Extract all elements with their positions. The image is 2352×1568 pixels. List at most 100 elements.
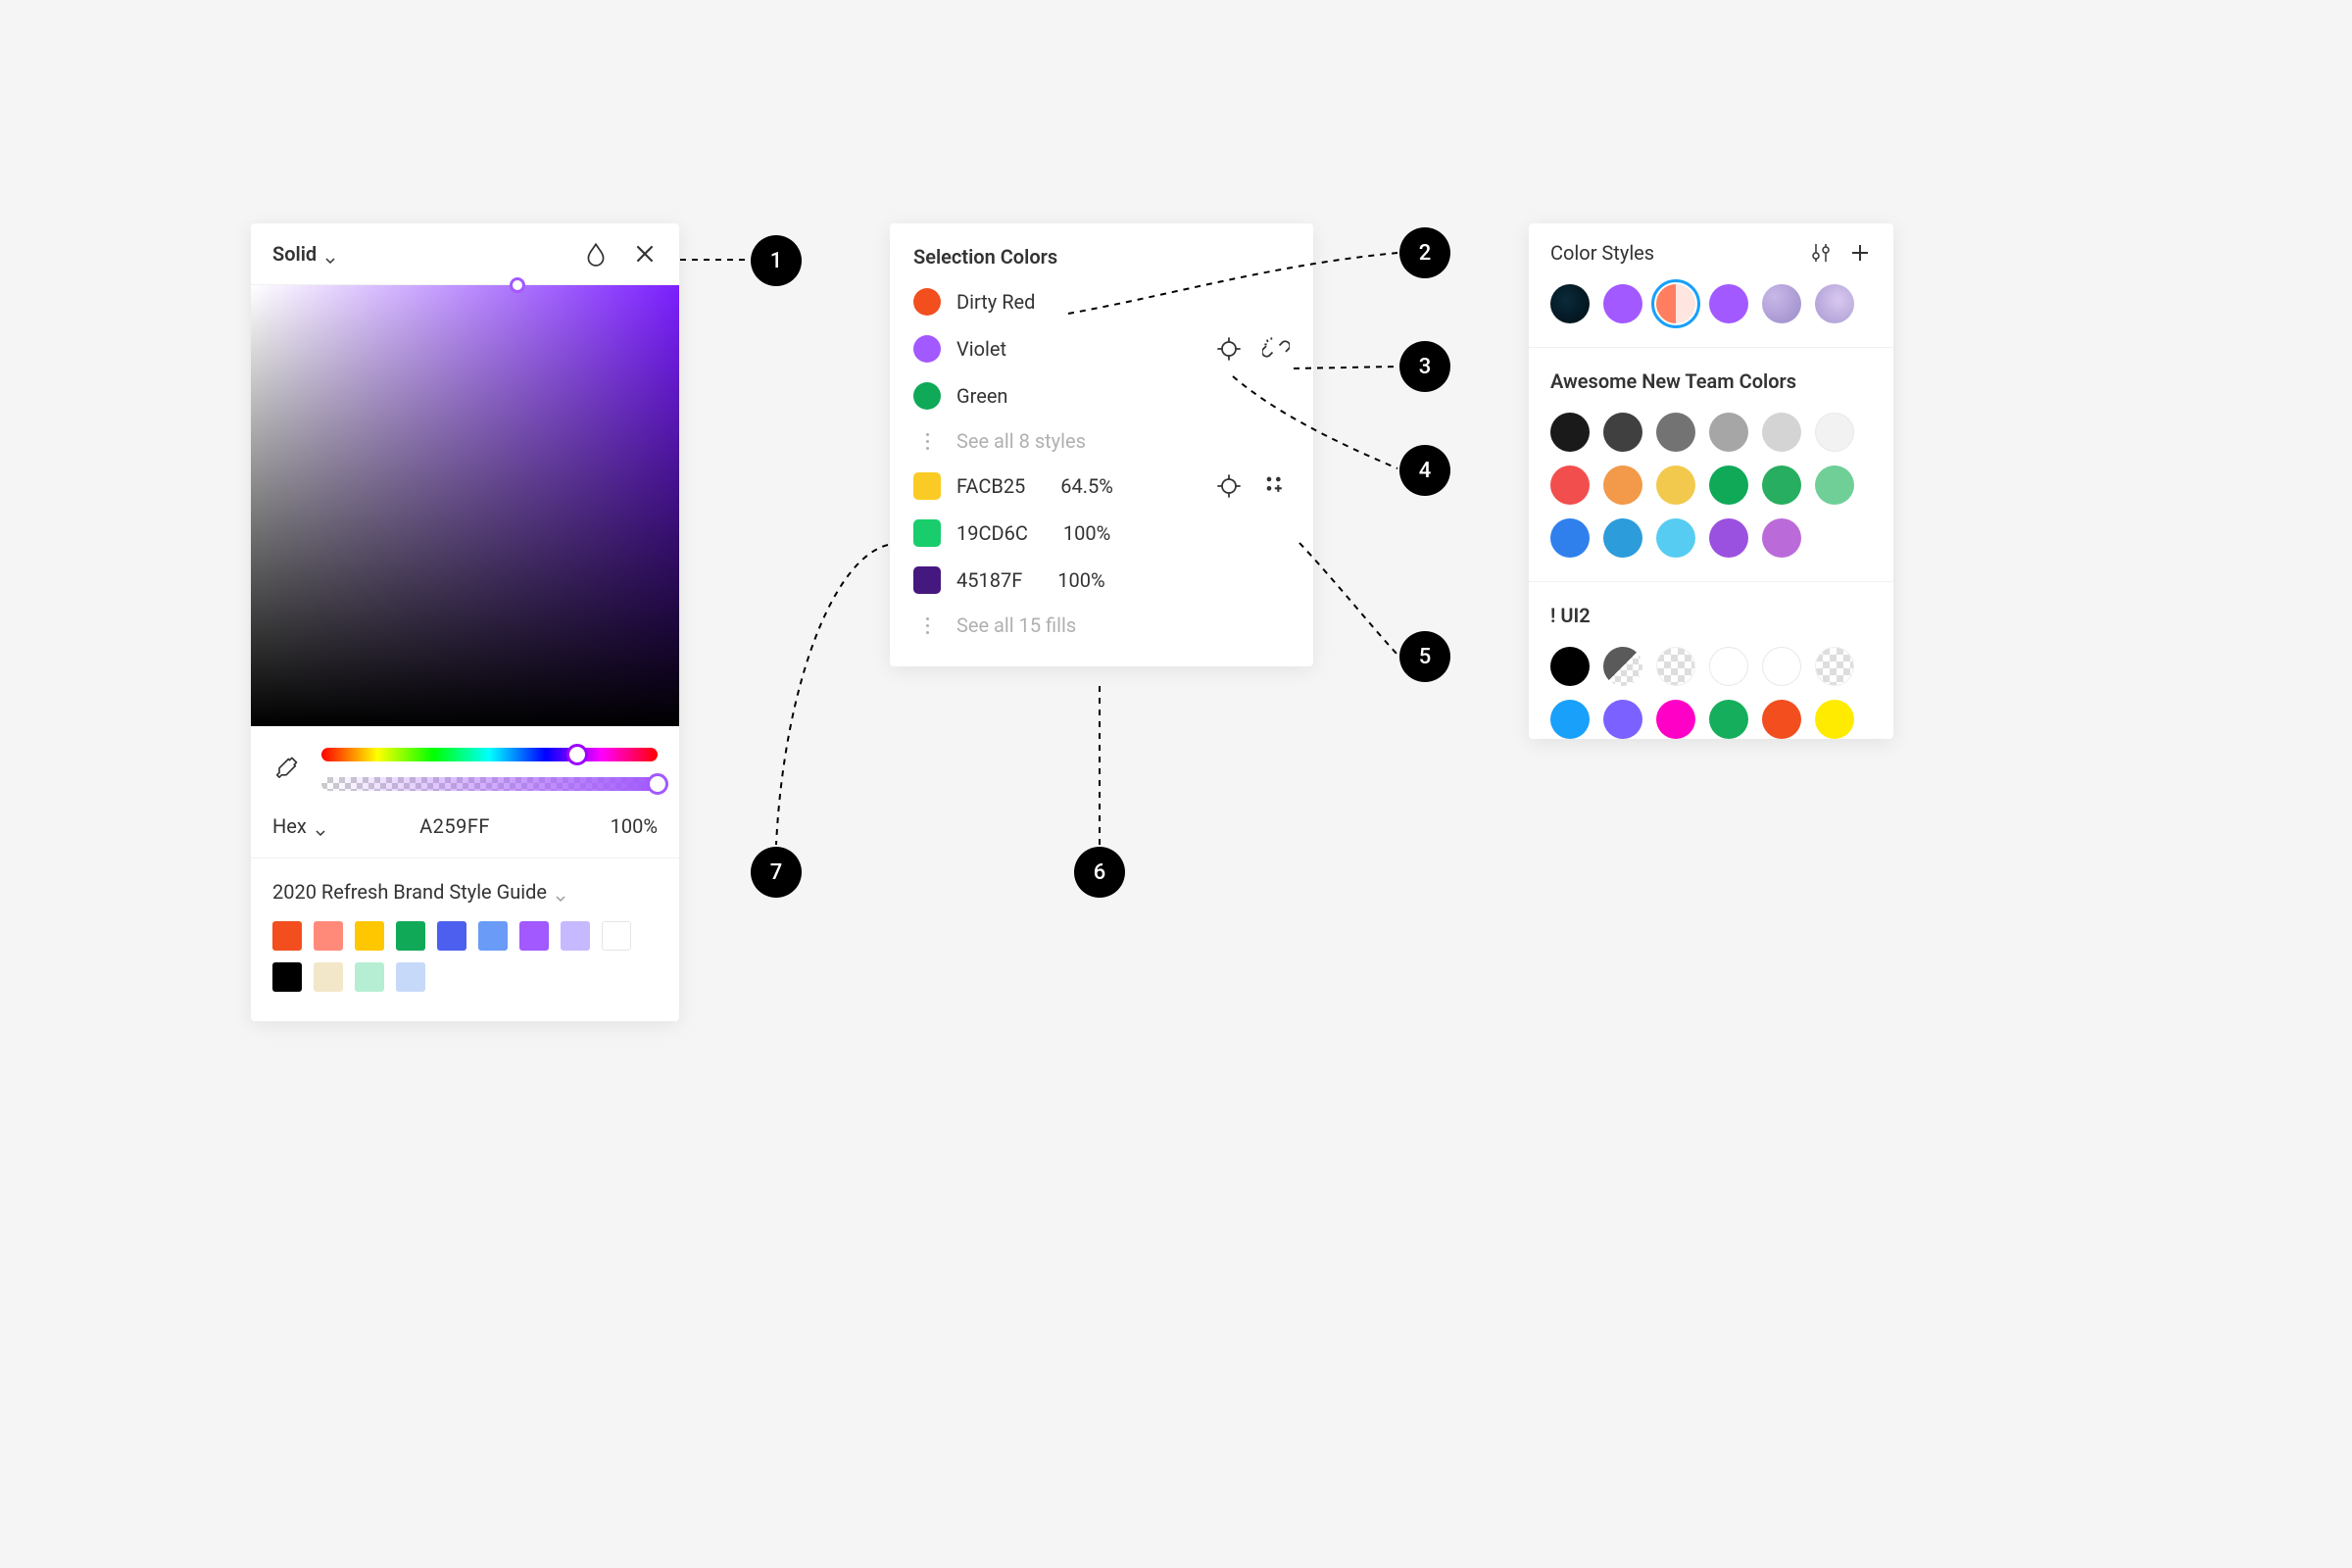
close-icon[interactable]: [632, 241, 658, 267]
color-styles-panel: Color Styles Awesome New Team Colors ! U…: [1529, 223, 1893, 739]
style-row-green[interactable]: Green: [890, 372, 1313, 419]
more-icon: [913, 433, 941, 450]
swatch-grid: [272, 921, 658, 992]
style-circle[interactable]: [1709, 518, 1748, 558]
style-circle[interactable]: [1656, 466, 1695, 505]
style-circle[interactable]: [1603, 518, 1642, 558]
style-circle[interactable]: [1603, 466, 1642, 505]
color-mode-label: Hex: [272, 814, 307, 838]
group-label: Awesome New Team Colors: [1529, 348, 1893, 409]
fill-hex: 45187F: [956, 568, 1022, 592]
swatch[interactable]: [396, 962, 425, 992]
style-circle[interactable]: [1709, 284, 1748, 323]
color-square: [913, 566, 941, 594]
style-circle[interactable]: [1762, 413, 1801, 452]
swatch[interactable]: [396, 921, 425, 951]
style-circle[interactable]: [1550, 700, 1590, 739]
style-circle[interactable]: [1762, 647, 1801, 686]
style-circle[interactable]: [1603, 700, 1642, 739]
style-circle[interactable]: [1815, 700, 1854, 739]
style-name: Violet: [956, 337, 1006, 361]
plus-icon[interactable]: [1848, 241, 1872, 265]
slider-section: [251, 726, 679, 791]
color-mode-dropdown[interactable]: Hex: [272, 814, 326, 838]
style-circle[interactable]: [1656, 647, 1695, 686]
style-circle[interactable]: [1603, 413, 1642, 452]
callout-7: 7: [751, 847, 802, 898]
fill-row-2[interactable]: 45187F 100%: [890, 557, 1313, 604]
style-circle[interactable]: [1550, 647, 1590, 686]
style-circle[interactable]: [1762, 466, 1801, 505]
style-circle[interactable]: [1550, 518, 1590, 558]
fill-row-0[interactable]: FACB25 64.5%: [890, 463, 1313, 510]
blend-mode-icon[interactable]: [583, 241, 609, 267]
style-circle[interactable]: [1550, 466, 1590, 505]
callout-4: 4: [1399, 445, 1450, 496]
alpha-slider[interactable]: [321, 777, 658, 791]
color-dot: [913, 382, 941, 410]
color-picker-panel: Solid: [251, 223, 679, 1021]
color-handle[interactable]: [510, 277, 525, 293]
see-all-fills[interactable]: See all 15 fills: [890, 604, 1313, 647]
swatch[interactable]: [478, 921, 508, 951]
style-circle[interactable]: [1603, 647, 1642, 686]
eyedropper-icon[interactable]: [272, 756, 300, 783]
style-circle[interactable]: [1815, 647, 1854, 686]
style-circle[interactable]: [1656, 700, 1695, 739]
swatch[interactable]: [602, 921, 631, 951]
style-row-violet[interactable]: Violet: [890, 325, 1313, 372]
style-circle[interactable]: [1815, 466, 1854, 505]
group-0-colors: [1529, 409, 1893, 581]
style-circle[interactable]: [1656, 518, 1695, 558]
style-circle[interactable]: [1603, 284, 1642, 323]
color-field[interactable]: [251, 285, 679, 726]
hue-slider[interactable]: [321, 748, 658, 761]
swatch[interactable]: [272, 962, 302, 992]
opacity-input[interactable]: 100%: [611, 814, 658, 838]
style-circle[interactable]: [1709, 413, 1748, 452]
group-1-colors: [1529, 643, 1893, 739]
style-circle[interactable]: [1656, 413, 1695, 452]
color-square: [913, 472, 941, 500]
fill-opacity: 64.5%: [1060, 474, 1113, 498]
swatch[interactable]: [561, 921, 590, 951]
style-circle[interactable]: [1550, 284, 1590, 323]
picker-header: Solid: [251, 223, 679, 285]
style-circle[interactable]: [1709, 647, 1748, 686]
fill-hex: FACB25: [956, 474, 1025, 498]
swatch[interactable]: [355, 962, 384, 992]
style-circle[interactable]: [1815, 413, 1854, 452]
alpha-handle[interactable]: [647, 773, 668, 795]
style-circle[interactable]: [1762, 518, 1801, 558]
swatch[interactable]: [355, 921, 384, 951]
chevron-down-icon: [324, 248, 336, 260]
sliders-icon[interactable]: [1809, 241, 1833, 265]
hue-handle[interactable]: [566, 744, 588, 765]
hex-input[interactable]: A259FF: [390, 814, 490, 838]
swatch[interactable]: [314, 921, 343, 951]
create-style-icon[interactable]: [1262, 472, 1290, 500]
style-circle[interactable]: [1550, 413, 1590, 452]
style-circle[interactable]: [1709, 466, 1748, 505]
style-circle[interactable]: [1762, 700, 1801, 739]
selection-colors-panel: Selection Colors Dirty Red Violet Green …: [890, 223, 1313, 666]
swatch[interactable]: [519, 921, 549, 951]
library-dropdown[interactable]: 2020 Refresh Brand Style Guide: [272, 880, 658, 904]
style-circle[interactable]: [1709, 700, 1748, 739]
target-icon[interactable]: [1215, 472, 1243, 500]
see-all-styles[interactable]: See all 8 styles: [890, 419, 1313, 463]
swatch[interactable]: [314, 962, 343, 992]
swatch[interactable]: [272, 921, 302, 951]
unlink-icon[interactable]: [1262, 335, 1290, 363]
style-circle-selected[interactable]: [1656, 284, 1695, 323]
style-circle[interactable]: [1762, 284, 1801, 323]
callout-3: 3: [1399, 341, 1450, 392]
target-icon[interactable]: [1215, 335, 1243, 363]
fill-row-1[interactable]: 19CD6C 100%: [890, 510, 1313, 557]
style-circle[interactable]: [1815, 284, 1854, 323]
swatch[interactable]: [437, 921, 466, 951]
fill-type-dropdown[interactable]: Solid: [272, 242, 336, 266]
style-row-dirty-red[interactable]: Dirty Red: [890, 278, 1313, 325]
style-name: Green: [956, 384, 1007, 408]
chevron-down-icon: [555, 886, 566, 898]
